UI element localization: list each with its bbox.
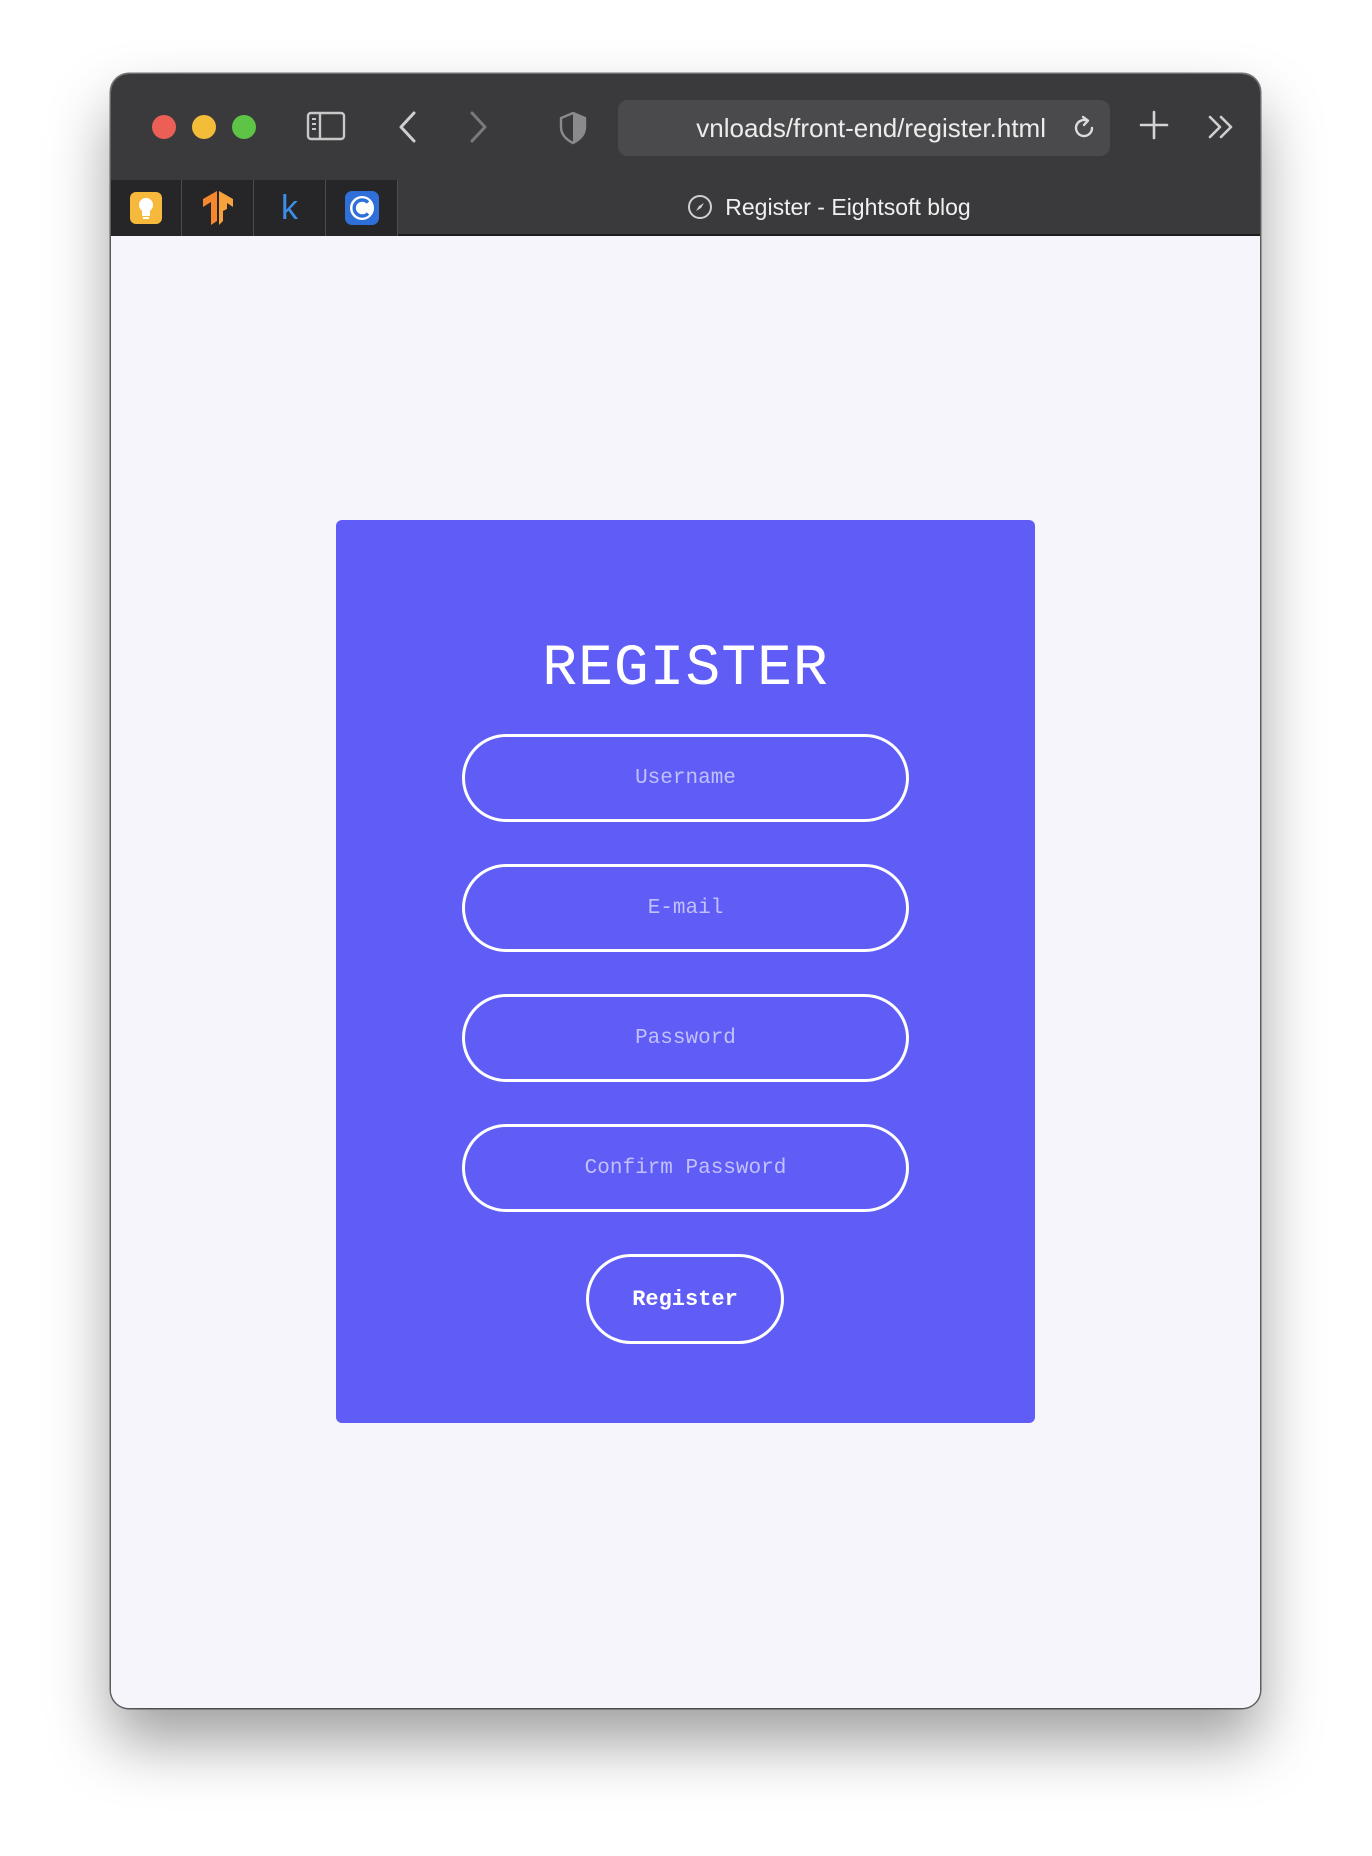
reload-button[interactable] [1070,114,1098,142]
lightbulb-icon [130,192,162,224]
password-input[interactable] [462,994,909,1082]
forward-button[interactable] [463,110,493,144]
plus-icon [1139,110,1169,140]
new-tab-button[interactable] [1137,108,1171,142]
pinned-tab-lightbulb[interactable] [111,180,182,236]
url-text[interactable]: vnloads/front-end/register.html [696,114,1046,142]
tab-register[interactable]: Register - Eightsoft blog [398,180,1260,234]
page-title: REGISTER [542,637,829,702]
tensorflow-icon [202,191,233,225]
chevron-left-icon [399,111,416,143]
register-card: REGISTER Register [336,520,1035,1423]
maximize-window-button[interactable] [232,115,256,139]
url-fade [618,100,684,156]
username-input[interactable] [462,734,909,822]
chevron-right-icon [470,111,487,143]
pinned-tab-c[interactable] [326,180,398,236]
browser-toolbar: vnloads/front-end/register.html [111,74,1260,180]
reload-icon [1074,115,1094,138]
pinned-tab-tensorflow[interactable] [182,180,254,236]
confirm-password-input[interactable] [462,1124,909,1212]
tab-overview-button[interactable] [1204,112,1238,142]
register-button[interactable]: Register [586,1254,784,1344]
compass-icon [688,195,713,219]
privacy-report-button[interactable] [556,110,590,146]
tab-title: Register - Eightsoft blog [725,193,971,220]
back-button[interactable] [393,110,423,144]
close-window-button[interactable] [152,115,176,139]
shield-icon [559,111,587,145]
sidebar-icon [306,111,346,141]
c-letter-icon [344,191,379,225]
email-input[interactable] [462,864,909,952]
page-content: REGISTER Register [111,236,1260,1708]
minimize-window-button[interactable] [192,115,216,139]
tab-bar: k Register - Eightsoft blog [111,180,1260,236]
browser-window: vnloads/front-end/register.html k Regist… [111,74,1260,1708]
pinned-tab-k[interactable]: k [254,180,326,236]
address-bar[interactable]: vnloads/front-end/register.html [618,100,1110,156]
double-chevron-right-icon [1208,115,1233,139]
k-letter-icon: k [281,189,298,227]
sidebar-toggle-button[interactable] [306,110,346,142]
